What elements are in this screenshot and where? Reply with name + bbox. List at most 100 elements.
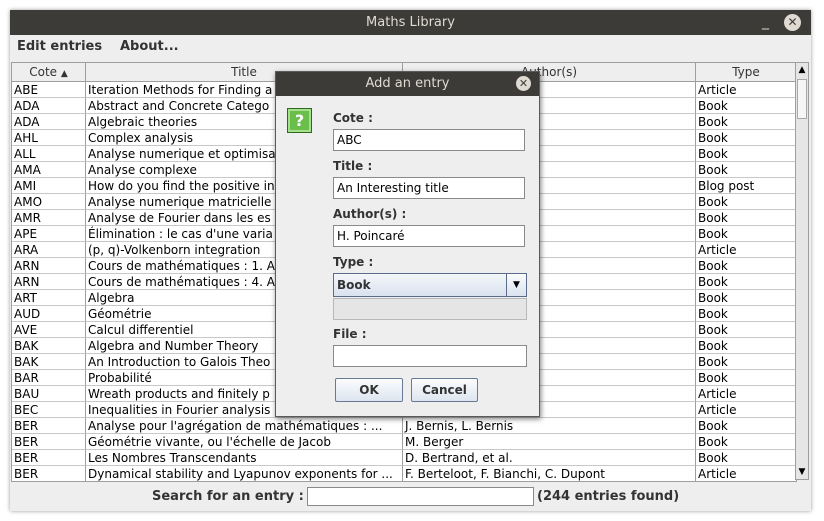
cell-authors[interactable]: M. Berger — [403, 434, 696, 450]
cell-title[interactable]: Dynamical stability and Lyapunov exponen… — [86, 466, 403, 481]
cell-type[interactable]: Article — [696, 242, 796, 258]
cell-type[interactable]: Book — [696, 258, 796, 274]
cell-type[interactable]: Article — [696, 402, 796, 418]
cell-cote[interactable]: BER — [12, 466, 86, 481]
cancel-button[interactable]: Cancel — [411, 378, 478, 402]
cell-type[interactable]: Book — [696, 194, 796, 210]
author-label: Author(s) : — [333, 207, 407, 221]
cell-cote[interactable]: AHL — [12, 130, 86, 146]
cell-cote[interactable]: ADA — [12, 114, 86, 130]
cell-cote[interactable]: BER — [12, 418, 86, 434]
cell-type[interactable]: Book — [696, 210, 796, 226]
cell-title[interactable]: Les Nombres Transcendants — [86, 450, 403, 466]
column-label: Cote — [29, 65, 58, 79]
cell-type[interactable]: Book — [696, 114, 796, 130]
cell-type[interactable]: Book — [696, 162, 796, 178]
cell-authors[interactable]: F. Berteloot, F. Bianchi, C. Dupont — [403, 466, 696, 481]
cell-cote[interactable]: BEC — [12, 402, 86, 418]
add-entry-dialog: Add an entry ✕ ? Cote : Title : Author(s… — [275, 71, 540, 417]
cell-cote[interactable]: BAU — [12, 386, 86, 402]
cell-cote[interactable]: ALL — [12, 146, 86, 162]
dialog-close-icon[interactable]: ✕ — [516, 76, 531, 91]
minimize-icon[interactable]: _ — [762, 10, 769, 35]
cell-cote[interactable]: AMR — [12, 210, 86, 226]
cell-type[interactable]: Book — [696, 226, 796, 242]
cell-type[interactable]: Article — [696, 82, 796, 98]
cell-type[interactable]: Article — [696, 386, 796, 402]
type-select[interactable]: Book ▼ — [333, 273, 527, 297]
dialog-titlebar: Add an entry ✕ — [276, 72, 539, 96]
title-label: Title : — [333, 159, 373, 173]
title-field[interactable] — [333, 177, 525, 199]
table-row[interactable]: BER Les Nombres Transcendants D. Bertrand,… — [12, 450, 796, 466]
entries-count: (244 entries found) — [537, 489, 680, 504]
question-icon: ? — [287, 108, 312, 133]
cell-cote[interactable]: ARN — [12, 274, 86, 290]
cell-type[interactable]: Book — [696, 306, 796, 322]
cell-cote[interactable]: ARN — [12, 258, 86, 274]
search-input[interactable] — [307, 487, 534, 506]
chevron-down-icon[interactable]: ▼ — [506, 274, 526, 296]
scroll-thumb[interactable] — [797, 79, 807, 119]
vertical-scrollbar[interactable]: ▲ ▼ — [795, 62, 809, 480]
cell-type[interactable]: Blog post — [696, 178, 796, 194]
menubar: Edit entries About... — [10, 35, 811, 59]
cell-type[interactable]: Book — [696, 370, 796, 386]
cell-cote[interactable]: APE — [12, 226, 86, 242]
cell-cote[interactable]: BAK — [12, 338, 86, 354]
cell-cote[interactable]: ARA — [12, 242, 86, 258]
cell-cote[interactable]: AMA — [12, 162, 86, 178]
cell-authors[interactable]: J. Bernis, L. Bernis — [403, 418, 696, 434]
cell-type[interactable]: Book — [696, 146, 796, 162]
search-bar: Search for an entry : (244 entries found… — [10, 484, 811, 510]
sort-ascending-icon: ▲ — [60, 69, 68, 79]
search-label: Search for an entry : — [152, 489, 304, 504]
cell-type[interactable]: Book — [696, 418, 796, 434]
cell-cote[interactable]: AMI — [12, 178, 86, 194]
cell-type[interactable]: Book — [696, 274, 796, 290]
dialog-title: Add an entry — [365, 76, 450, 91]
cell-title[interactable]: Géométrie vivante, ou l'échelle de Jacob — [86, 434, 403, 450]
cote-field[interactable] — [333, 129, 525, 151]
table-row[interactable]: BER Analyse pour l'agrégation de mathémat… — [12, 418, 796, 434]
scroll-up-icon[interactable]: ▲ — [796, 63, 808, 77]
cell-type[interactable]: Book — [696, 354, 796, 370]
cell-type[interactable]: Book — [696, 98, 796, 114]
table-row[interactable]: BER Dynamical stability and Lyapunov expo… — [12, 466, 796, 481]
cell-cote[interactable]: AMO — [12, 194, 86, 210]
scroll-down-icon[interactable]: ▼ — [796, 465, 808, 479]
ok-button[interactable]: OK — [335, 378, 403, 402]
cell-cote[interactable]: AVE — [12, 322, 86, 338]
cell-type[interactable]: Book — [696, 450, 796, 466]
cell-cote[interactable]: BAK — [12, 354, 86, 370]
menu-edit-entries[interactable]: Edit entries — [17, 39, 102, 54]
cell-cote[interactable]: BAR — [12, 370, 86, 386]
file-label: File : — [333, 327, 367, 341]
window-titlebar: Maths Library _ ✕ — [10, 10, 811, 35]
cell-cote[interactable]: ADA — [12, 98, 86, 114]
table-row[interactable]: BER Géométrie vivante, ou l'échelle de Ja… — [12, 434, 796, 450]
column-header-cote[interactable]: Cote ▲ — [12, 63, 86, 81]
cell-type[interactable]: Book — [696, 338, 796, 354]
cell-type[interactable]: Book — [696, 290, 796, 306]
cell-authors[interactable]: D. Bertrand, et al. — [403, 450, 696, 466]
cell-cote[interactable]: BER — [12, 434, 86, 450]
file-field[interactable] — [333, 345, 527, 367]
cell-title[interactable]: Analyse pour l'agrégation de mathématiqu… — [86, 418, 403, 434]
cell-cote[interactable]: ABE — [12, 82, 86, 98]
cell-type[interactable]: Book — [696, 434, 796, 450]
type-selected-value: Book — [337, 278, 371, 292]
cell-type[interactable]: Article — [696, 466, 796, 481]
cell-type[interactable]: Book — [696, 322, 796, 338]
column-header-type[interactable]: Type — [696, 63, 796, 81]
author-field[interactable] — [333, 225, 525, 247]
close-icon[interactable]: ✕ — [784, 14, 801, 31]
window-title: Maths Library — [366, 15, 455, 30]
cell-type[interactable]: Book — [696, 130, 796, 146]
cell-cote[interactable]: AUD — [12, 306, 86, 322]
cote-label: Cote : — [333, 111, 373, 125]
cell-cote[interactable]: ART — [12, 290, 86, 306]
menu-about[interactable]: About... — [120, 39, 179, 54]
disabled-field — [333, 298, 527, 320]
cell-cote[interactable]: BER — [12, 450, 86, 466]
